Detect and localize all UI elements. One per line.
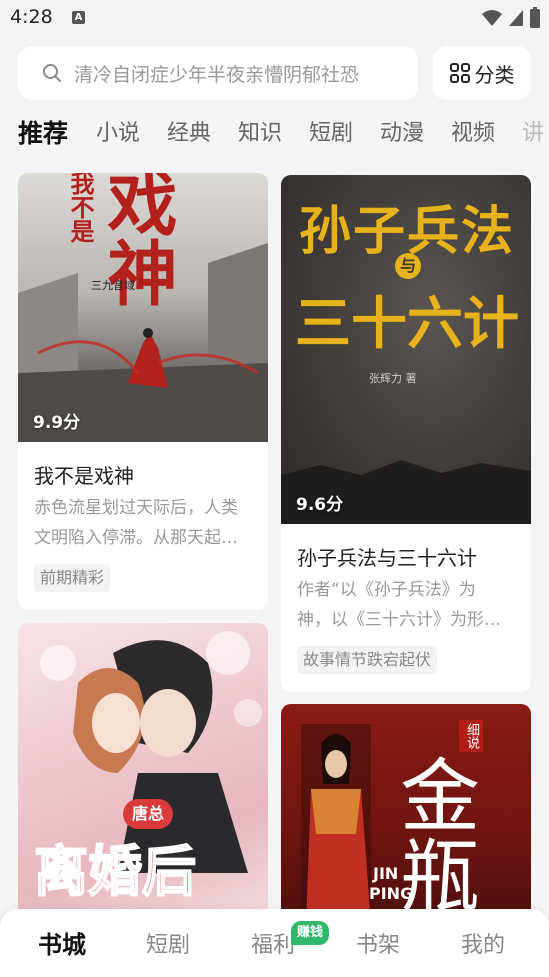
book-cover-4: 细说 金瓶 JIN PING [281,704,531,924]
battery-icon [530,7,540,28]
status-time: 4:28 [10,6,53,28]
book-cover-3: 唐总 离婚后 [18,623,268,923]
search-input[interactable]: 清冷自闭症少年半夜亲懵阴郁社恐 [18,46,418,100]
cover1-prefix: 我不是 [66,173,95,243]
desc-line: 神，以《三十六计》为形… [297,610,501,630]
book-card-4[interactable]: 细说 金瓶 JIN PING [281,704,531,924]
desc-line: 作者“以《孙子兵法》为 [297,580,476,600]
book-score: 9.6分 [296,495,344,515]
grid-icon [449,63,470,83]
tab-recommend[interactable]: 推荐 [18,112,68,156]
nav-welfare[interactable]: 福利 [251,927,295,959]
nav-bookshelf[interactable]: 书架 [356,927,400,959]
search-placeholder: 清冷自闭症少年半夜亲懵阴郁社恐 [74,63,360,86]
cover1-author: 三九音域 [91,279,135,292]
desc-line: 赤色流星划过天际后，人类 [34,498,238,518]
book-score: 9.9分 [33,413,81,433]
cover3-title: 离婚后 [33,838,197,904]
bottom-nav: 书城 短剧 福利 书架 我的 [0,909,549,977]
cover4-badge: 细说 [459,720,483,752]
desc-line: 文明陷入停滞。从那天起… [34,528,238,548]
tab-video[interactable]: 视频 [451,112,495,156]
tab-novel[interactable]: 小说 [96,112,140,156]
book-card-3[interactable]: 唐总 离婚后 [18,623,268,923]
cover-art-2 [281,460,531,524]
book-title: 孙子兵法与三十六计 [297,546,477,570]
book-tag: 前期精彩 [34,564,111,592]
category-button[interactable]: 分类 [433,46,531,100]
book-cover-2: 孙子兵法 与 三十六计 张辉力 著 9.6分 [281,175,531,524]
nav-short-drama[interactable]: 短剧 [146,927,190,959]
tab-anime[interactable]: 动漫 [380,112,424,156]
book-cover-1: 我不是 戏神 三九音域 9.9分 [18,173,268,442]
book-card-2[interactable]: 孙子兵法 与 三十六计 张辉力 著 9.6分 孙子兵法与三十六计 作者“以《孙子… [281,175,531,692]
book-title: 我不是戏神 [34,464,134,488]
status-bar: 4:28 A [0,0,549,36]
channel-tabs: 推荐 小说 经典 知识 短剧 动漫 视频 讲 [18,112,549,156]
wifi-icon [482,10,502,26]
book-description: 作者“以《孙子兵法》为 神，以《三十六计》为形… [297,575,519,635]
nav-bookstore[interactable]: 书城 [38,925,86,960]
category-label: 分类 [474,62,515,87]
tab-knowledge[interactable]: 知识 [238,112,282,156]
nav-profile[interactable]: 我的 [461,927,505,959]
status-icons [481,7,541,29]
a-icon: A [72,11,85,24]
cover4-pinyin-2: PING [369,884,414,903]
tab-classic[interactable]: 经典 [167,112,211,156]
book-card-1[interactable]: 我不是 戏神 三九音域 9.9分 我不是戏神 赤色流星划过天际后，人类 文明陷入… [18,173,268,610]
tab-short-drama[interactable]: 短剧 [309,112,353,156]
book-description: 赤色流星划过天际后，人类 文明陷入停滞。从那天起… [34,493,256,553]
earn-money-badge: 赚钱 [291,921,330,945]
cover3-badge: 唐总 [123,799,173,829]
tab-more[interactable]: 讲 [522,112,544,156]
search-icon [43,64,61,82]
book-tag: 故事情节跌宕起伏 [297,646,438,674]
signal-icon [509,10,523,26]
cover4-pinyin-1: JIN [373,864,399,883]
